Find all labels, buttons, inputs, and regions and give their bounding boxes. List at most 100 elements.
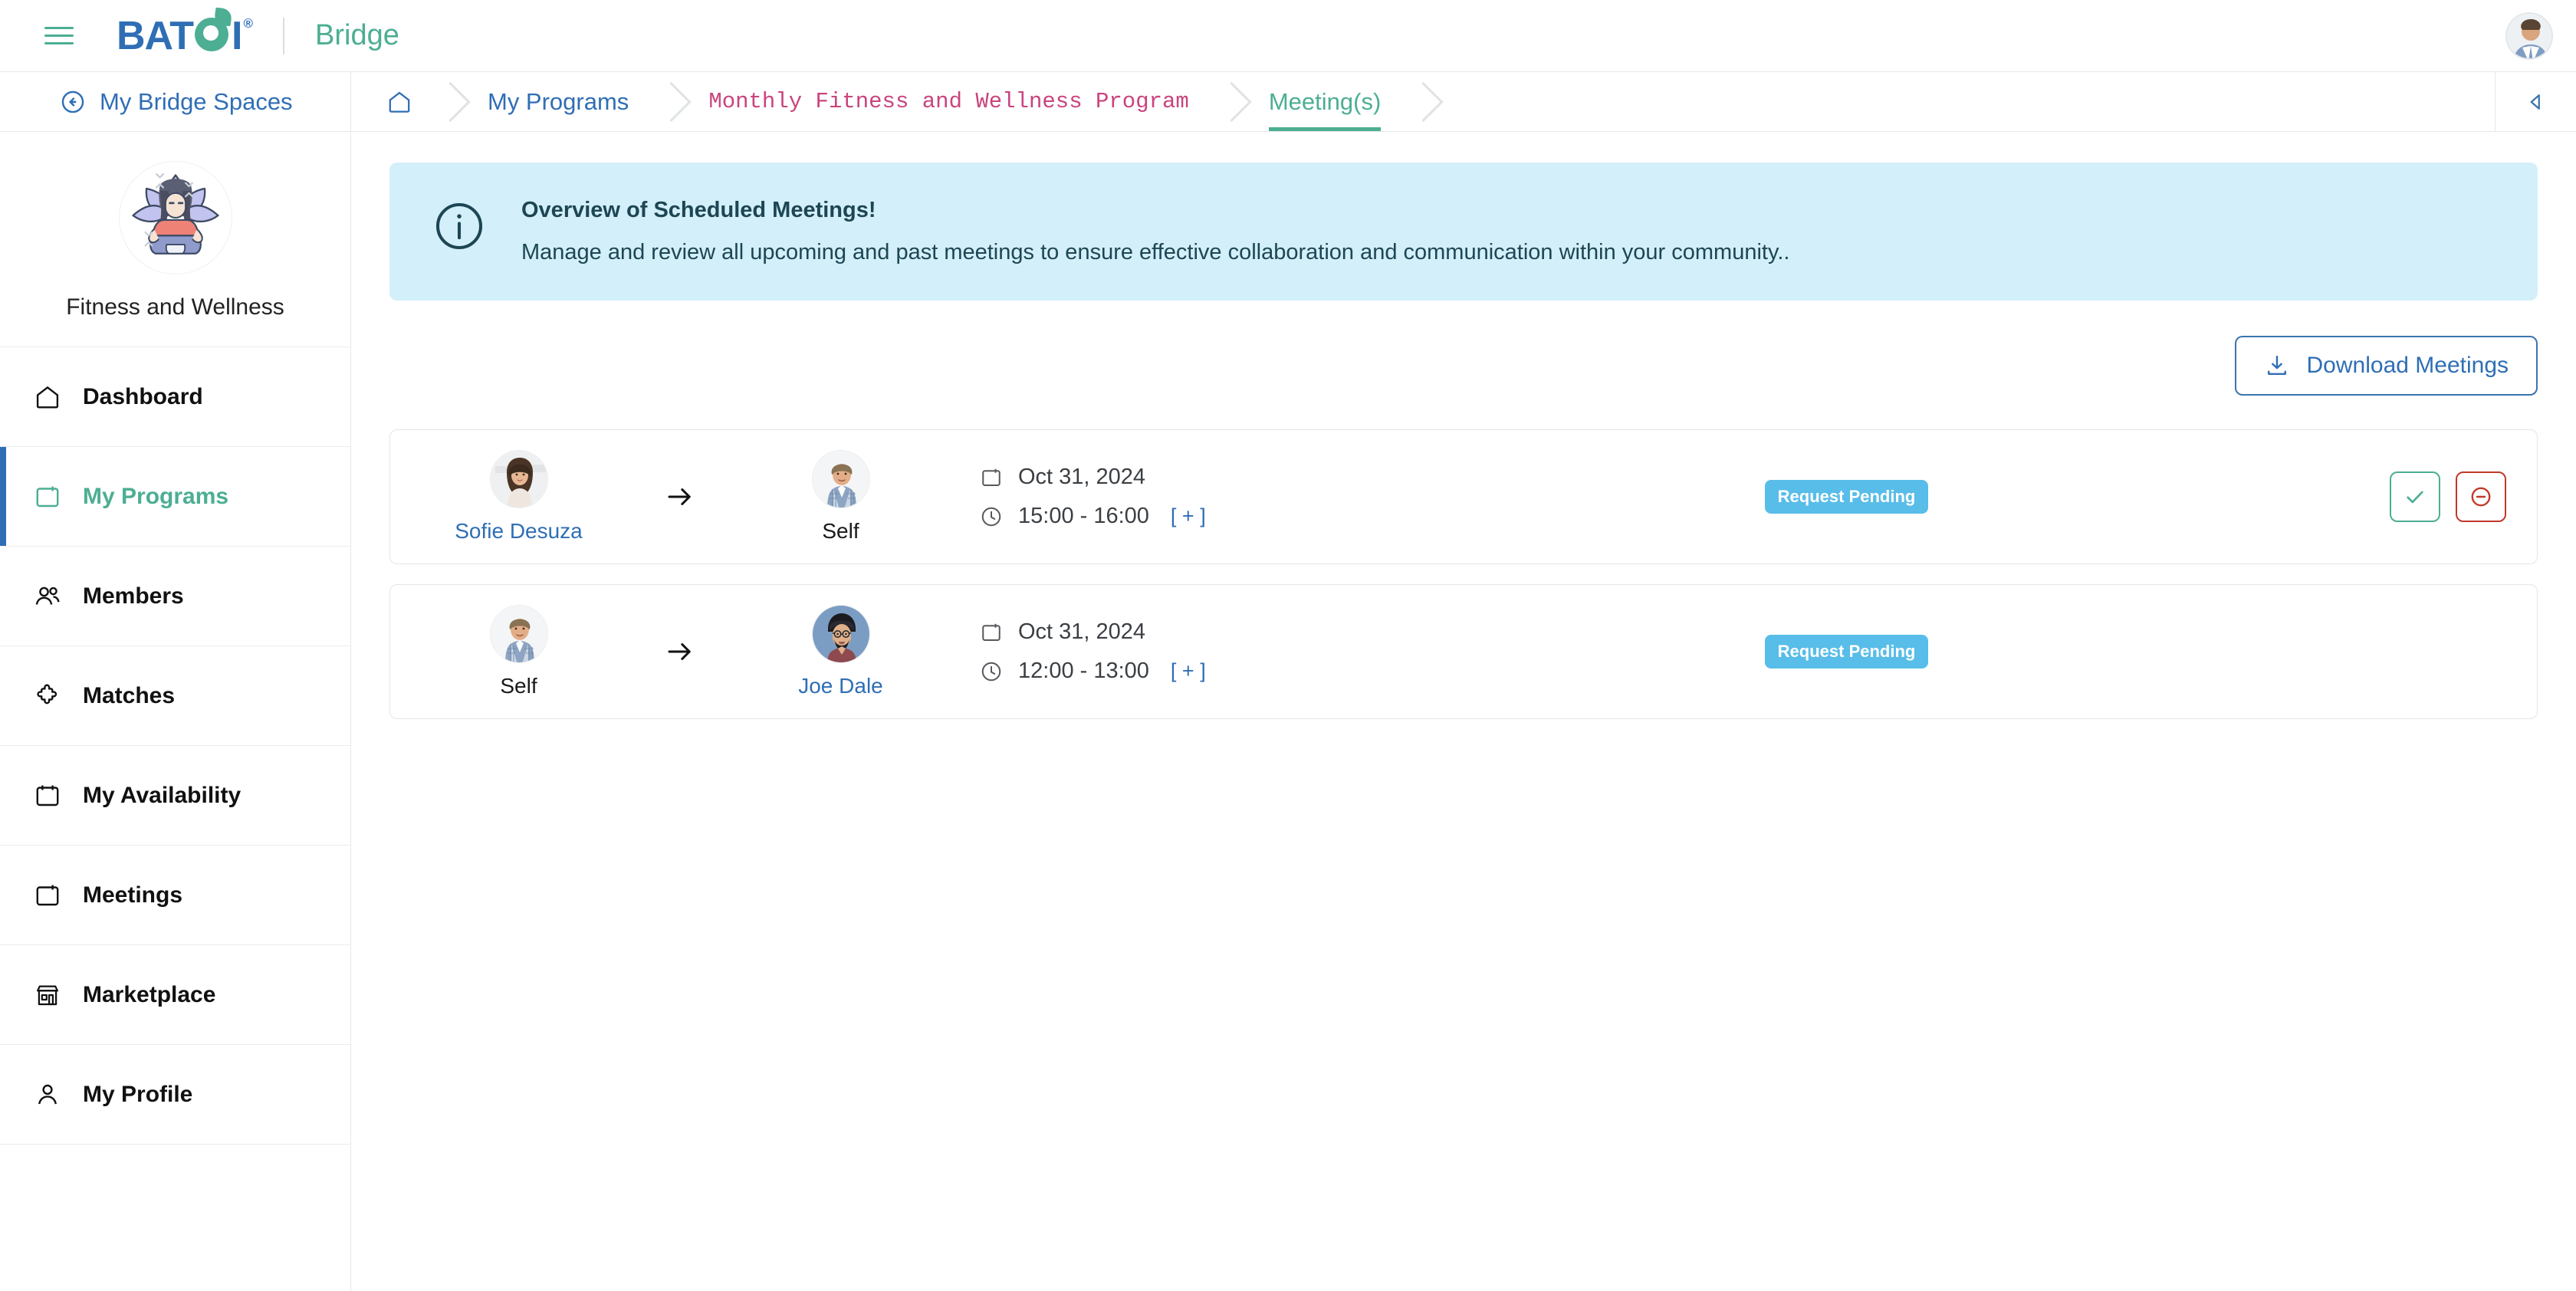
expand-meeting-link[interactable]: [ + ] (1171, 504, 1206, 528)
breadcrumb: My Programs Monthly Fitness and Wellness… (351, 72, 2495, 131)
accept-meeting-button[interactable] (2390, 471, 2440, 522)
user-avatar-image (2507, 13, 2551, 58)
woman-smiling-avatar (489, 450, 548, 508)
meeting-time: 15:00 - 16:00 (1018, 504, 1149, 528)
home-icon (32, 382, 63, 412)
party-name: Self (822, 519, 859, 543)
breadcrumb-bar: My Bridge Spaces My Programs Monthly Fit… (0, 72, 2576, 132)
man-plaid-shirt-avatar (811, 450, 870, 508)
back-label: My Bridge Spaces (100, 87, 293, 115)
sidebar-item-label: Members (83, 583, 184, 609)
yoga-meditation-avatar (118, 161, 232, 274)
active-tab-underline (1268, 127, 1382, 131)
sidebar-item-label: Meetings (83, 882, 183, 908)
sidebar-item-meetings[interactable]: Meetings (0, 846, 350, 945)
circle-minus-icon (2471, 487, 2491, 507)
meeting-date-row: Oct 31, 2024 (980, 465, 1378, 490)
header-divider (283, 17, 284, 54)
avatar[interactable] (2505, 11, 2553, 60)
breadcrumb-item-program[interactable]: Monthly Fitness and Wellness Program (669, 72, 1229, 131)
home-icon (389, 91, 410, 113)
sidebar-item-my-programs[interactable]: My Programs (0, 447, 350, 547)
breadcrumb-label: Meeting(s) (1268, 87, 1382, 115)
sidebar-item-members[interactable]: Members (0, 547, 350, 646)
sidebar-item-label: Dashboard (83, 383, 203, 409)
sidebar-item-my-availability[interactable]: My Availability (0, 746, 350, 846)
batoi-logo[interactable]: BAT I ® (117, 7, 253, 59)
expand-meeting-link[interactable]: [ + ] (1171, 659, 1206, 683)
content-toolbar: Download Meetings (389, 336, 2538, 396)
meeting-time: 12:00 - 13:00 (1018, 659, 1149, 683)
download-label: Download Meetings (2306, 353, 2509, 378)
sidebar-item-matches[interactable]: Matches (0, 646, 350, 746)
status-badge: Request Pending (1764, 635, 1929, 668)
meeting-time-row: 15:00 - 16:00 [ + ] (980, 504, 1378, 529)
main-content: Overview of Scheduled Meetings! Manage a… (351, 132, 2576, 1291)
sidebar: Fitness and Wellness Dashboard My Progra… (0, 132, 351, 1291)
party-name: Joe Dale (798, 674, 883, 698)
meetings-list: Sofie Desuza Self Oct 31, 2024 15:00 - 1… (389, 429, 2538, 719)
space-name: Fitness and Wellness (66, 294, 284, 320)
hamburger-icon[interactable] (44, 24, 75, 48)
puzzle-icon (32, 681, 63, 711)
table-row[interactable]: Self Joe Dale Oct 31, 2024 12:00 - 13:00… (389, 584, 2538, 719)
breadcrumb-label: Monthly Fitness and Wellness Program (708, 89, 1189, 114)
row-actions (2315, 471, 2506, 522)
check-icon (2407, 491, 2423, 504)
meeting-date: Oct 31, 2024 (1018, 619, 1146, 644)
logo-wordmark: BAT I ® (117, 7, 253, 59)
sidebar-item-my-profile[interactable]: My Profile (0, 1045, 350, 1145)
top-bar: BAT I ® Bridge (0, 0, 2576, 72)
back-to-bridge-spaces[interactable]: My Bridge Spaces (0, 72, 351, 131)
arrow-right-icon (616, 636, 743, 668)
meeting-to-party[interactable]: Joe Dale (743, 605, 938, 698)
man-plaid-shirt-avatar (489, 605, 548, 663)
calendar-icon (32, 880, 63, 911)
party-name: Self (500, 674, 537, 698)
collapse-panel-button[interactable] (2495, 72, 2576, 131)
yoga-avatar-image (119, 162, 232, 274)
space-header: Fitness and Wellness (0, 132, 350, 347)
sidebar-item-label: My Availability (83, 782, 242, 808)
registered-mark: ® (243, 15, 252, 31)
meeting-schedule: Oct 31, 2024 15:00 - 16:00 [ + ] (980, 465, 1378, 529)
party-name: Sofie Desuza (455, 519, 583, 543)
download-meetings-button[interactable]: Download Meetings (2234, 336, 2538, 396)
meeting-from-party[interactable]: Sofie Desuza (421, 450, 616, 544)
meeting-to-party[interactable]: Self (743, 450, 938, 544)
meeting-time-row: 12:00 - 13:00 [ + ] (980, 659, 1378, 684)
breadcrumb-label: My Programs (488, 87, 629, 115)
calendar-icon (982, 468, 1001, 486)
banner-title: Overview of Scheduled Meetings! (521, 198, 876, 222)
meeting-date-row: Oct 31, 2024 (980, 619, 1378, 645)
product-name: Bridge (315, 19, 399, 51)
status-cell: Request Pending (1378, 480, 2315, 514)
breadcrumb-home[interactable] (351, 72, 448, 131)
sidebar-item-label: My Profile (83, 1081, 193, 1107)
status-badge: Request Pending (1764, 480, 1929, 514)
info-banner: Overview of Scheduled Meetings! Manage a… (389, 163, 2538, 301)
calendar-icon (982, 623, 1001, 641)
sidebar-item-label: Matches (83, 682, 176, 708)
meeting-from-party[interactable]: Self (421, 605, 616, 698)
storefront-icon (32, 980, 63, 1010)
meeting-schedule: Oct 31, 2024 12:00 - 13:00 [ + ] (980, 619, 1378, 684)
sidebar-item-dashboard[interactable]: Dashboard (0, 347, 350, 447)
sidebar-item-marketplace[interactable]: Marketplace (0, 945, 350, 1045)
users-icon (32, 581, 63, 612)
calendar-icon (32, 780, 63, 811)
sidebar-item-label: Marketplace (83, 981, 216, 1007)
calendar-icon (32, 481, 63, 512)
clock-icon (981, 507, 1001, 526)
table-row[interactable]: Sofie Desuza Self Oct 31, 2024 15:00 - 1… (389, 429, 2538, 564)
person-icon (32, 1079, 63, 1110)
decline-meeting-button[interactable] (2456, 471, 2506, 522)
breadcrumb-item-meetings[interactable]: Meeting(s) (1229, 72, 1421, 131)
clock-icon (981, 662, 1001, 681)
meeting-date: Oct 31, 2024 (1018, 465, 1146, 489)
info-circle-icon (432, 199, 486, 257)
arrow-right-icon (616, 481, 743, 513)
banner-description: Manage and review all upcoming and past … (521, 240, 1790, 264)
breadcrumb-item-my-programs[interactable]: My Programs (448, 72, 669, 131)
arrow-left-circle-icon (61, 90, 84, 113)
